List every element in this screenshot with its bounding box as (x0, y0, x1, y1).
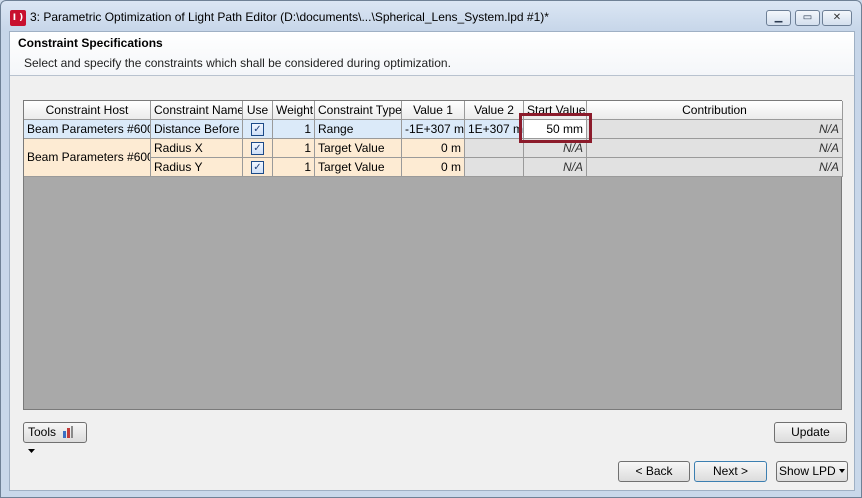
cell-constraint-type[interactable]: Target Value (315, 139, 402, 158)
table-header: Constraint Host Constraint Name Use Weig… (24, 101, 843, 120)
table-row[interactable]: Radius X ✓ 1 Target Value 0 m N/A N/A (151, 139, 843, 158)
cell-weight[interactable]: 1 (273, 139, 315, 158)
cell-constraint-host[interactable]: Beam Parameters #600 (24, 120, 151, 139)
cell-start-value: N/A (524, 158, 587, 177)
dialog-window: I ) 3: Parametric Optimization of Light … (0, 0, 862, 498)
column-header-constraint-type[interactable]: Constraint Type (315, 101, 402, 120)
cell-contribution: N/A (587, 120, 843, 139)
start-value-highlight-box (519, 113, 592, 143)
page-description: Select and specify the constraints which… (24, 56, 451, 70)
column-header-weight[interactable]: Weight (273, 101, 315, 120)
column-header-use[interactable]: Use (243, 101, 273, 120)
chevron-down-icon (839, 469, 846, 473)
minimize-button[interactable]: ▁ (766, 10, 791, 26)
cell-constraint-name[interactable]: Radius X (151, 139, 243, 158)
cell-value-1[interactable]: -1E+307 m (402, 120, 465, 139)
cell-weight[interactable]: 1 (273, 120, 315, 139)
cell-value-2 (465, 158, 524, 177)
cell-value-1[interactable]: 0 m (402, 158, 465, 177)
tools-button[interactable]: Tools (23, 422, 87, 453)
tools-icon (63, 426, 74, 438)
show-lpd-button[interactable]: Show LPD (776, 461, 848, 482)
next-button[interactable]: Next > (694, 461, 767, 482)
cell-contribution: N/A (587, 158, 843, 177)
table-row[interactable]: Beam Parameters #600 Distance Before ✓ 1… (24, 120, 843, 139)
column-header-value-1[interactable]: Value 1 (402, 101, 465, 120)
cell-use[interactable]: ✓ (243, 120, 273, 139)
cell-use[interactable]: ✓ (243, 139, 273, 158)
constraints-table[interactable]: Constraint Host Constraint Name Use Weig… (23, 100, 843, 410)
cell-constraint-type[interactable]: Target Value (315, 158, 402, 177)
tools-label: Tools (28, 425, 57, 439)
cell-value-1[interactable]: 0 m (402, 139, 465, 158)
use-checkbox[interactable]: ✓ (251, 142, 264, 155)
update-button[interactable]: Update (774, 422, 847, 443)
page-header: Constraint Specifications Select and spe… (10, 32, 854, 76)
column-header-value-2[interactable]: Value 2 (465, 101, 524, 120)
back-button[interactable]: < Back (618, 461, 690, 482)
dialog-content: Constraint Specifications Select and spe… (9, 31, 855, 491)
chevron-down-icon (28, 449, 35, 453)
cell-value-2 (465, 139, 524, 158)
close-button[interactable]: ✕ (822, 10, 852, 26)
cell-constraint-name[interactable]: Radius Y (151, 158, 243, 177)
use-checkbox[interactable]: ✓ (251, 161, 264, 174)
cell-contribution: N/A (587, 139, 843, 158)
app-icon[interactable]: I ) (10, 10, 26, 26)
column-header-constraint-host[interactable]: Constraint Host (24, 101, 151, 120)
cell-constraint-type[interactable]: Range (315, 120, 402, 139)
page-title: Constraint Specifications (18, 36, 163, 50)
window-title: 3: Parametric Optimization of Light Path… (30, 10, 549, 24)
cell-use[interactable]: ✓ (243, 158, 273, 177)
use-checkbox[interactable]: ✓ (251, 123, 264, 136)
cell-constraint-name[interactable]: Distance Before (151, 120, 243, 139)
table-row[interactable]: Radius Y ✓ 1 Target Value 0 m N/A N/A (151, 158, 843, 177)
cell-constraint-host-group[interactable]: Beam Parameters #600 (24, 139, 151, 177)
cell-value-2[interactable]: 1E+307 m (465, 120, 524, 139)
maximize-button[interactable]: ▭ (795, 10, 820, 26)
column-header-constraint-name[interactable]: Constraint Name (151, 101, 243, 120)
title-bar: I ) 3: Parametric Optimization of Light … (1, 1, 861, 31)
show-lpd-label: Show LPD (778, 464, 836, 478)
cell-weight[interactable]: 1 (273, 158, 315, 177)
column-header-contribution[interactable]: Contribution (587, 101, 843, 120)
